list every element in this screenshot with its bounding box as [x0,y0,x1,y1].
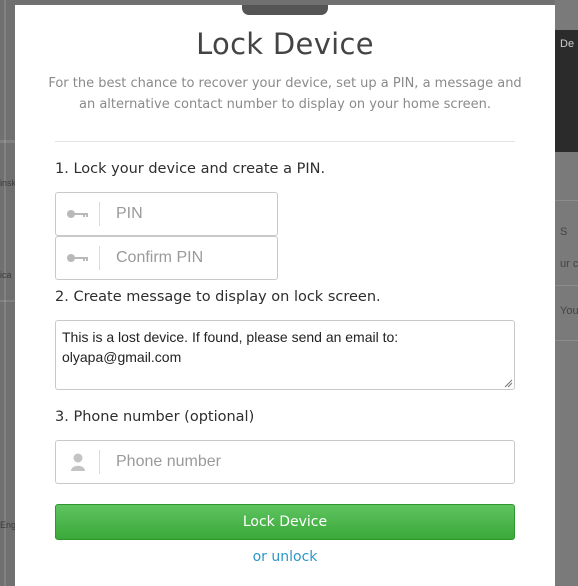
step1-label: 1. Lock your device and create a PIN. [55,161,326,177]
dialog-handle [242,5,328,15]
background-text: ur c [560,258,578,270]
confirm-pin-input[interactable] [116,237,269,279]
resize-grip-icon[interactable] [504,379,513,388]
step3-label: 3. Phone number (optional) [55,409,255,425]
background-divider [555,285,578,286]
lock-device-dialog: Lock Device For the best chance to recov… [15,5,555,586]
field-separator [99,246,100,270]
background-text: S [560,226,568,238]
section-divider [55,141,515,142]
field-separator [99,202,100,226]
key-icon [56,193,100,235]
map-road [0,140,15,143]
unlock-link[interactable]: or unlock [15,549,555,565]
field-separator [99,450,100,474]
background-divider [555,340,578,341]
background-text: De [560,38,575,50]
lock-message-textarea[interactable] [55,320,515,390]
background-divider [555,200,578,201]
person-icon [56,441,100,483]
dialog-title: Lock Device [196,27,374,61]
confirm-pin-field [55,236,278,280]
phone-input[interactable] [116,441,506,483]
dialog-subtitle: For the best chance to recover your devi… [48,76,522,112]
phone-field [55,440,515,484]
pin-field [55,192,278,236]
map-label: insk [0,178,17,188]
map-label: ica [0,270,12,280]
map-road [4,0,6,586]
lock-device-button[interactable]: Lock Device [55,504,515,540]
background-text: You [560,305,578,317]
map-road [0,300,15,302]
key-icon [56,237,100,279]
step2-label: 2. Create message to display on lock scr… [55,289,381,305]
pin-input[interactable] [116,193,269,235]
